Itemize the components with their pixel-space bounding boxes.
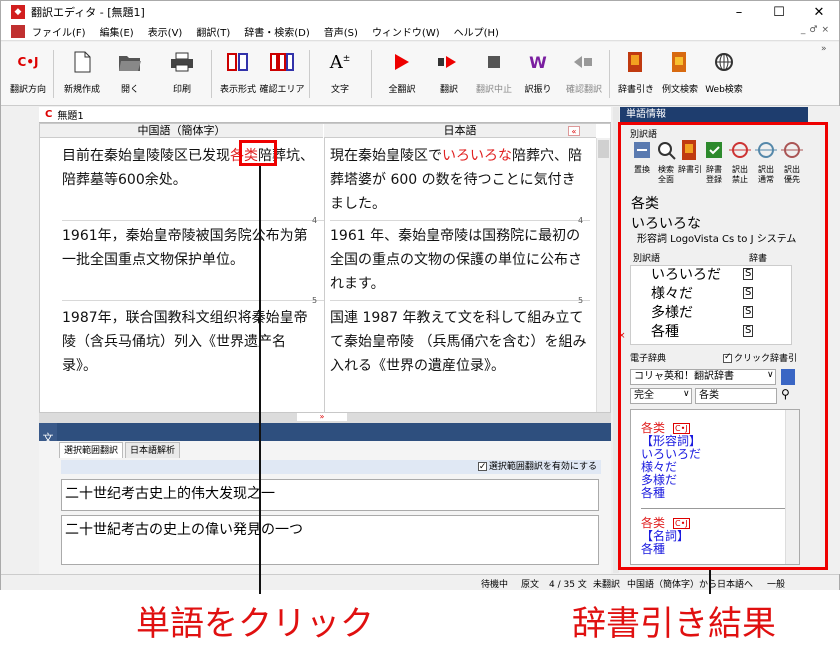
dictionary-icon [624, 50, 648, 74]
menu-help[interactable]: ヘルプ(H) [447, 24, 506, 39]
menu-edit[interactable]: 編集(E) [93, 24, 141, 39]
splitter-toggle-icon[interactable]: » [297, 413, 347, 421]
app-icon: ◆ [11, 5, 25, 19]
selection-translation-field[interactable]: 二十世紀考古の史上の偉い発見の一つ [61, 515, 599, 565]
print-button[interactable]: 印刷 [159, 46, 205, 102]
direction-button[interactable]: C•J 翻訳方向 [5, 46, 51, 102]
window-title: 翻訳エディタ - [無題1] [31, 6, 145, 19]
enable-selection-checkbox[interactable] [477, 460, 487, 474]
menu-translate[interactable]: 翻訳(T) [189, 24, 237, 39]
globe-icon [712, 50, 736, 74]
direction-icon: C•J [17, 55, 39, 69]
source-segment-3[interactable]: 1987年，联合国教科文组织将秦始皇帝陵（含兵马俑坑）列入《世界遗产名录》。 [62, 306, 320, 378]
source-segment-1[interactable]: 目前在秦始皇陵陵区已发现各类陪葬坑、陪葬墓等600余处。 [62, 144, 320, 192]
document-icon [11, 25, 25, 38]
selection-source-field[interactable]: 二十世纪考古史上的伟大发现之一 [61, 479, 599, 511]
open-button[interactable]: 開く [107, 46, 153, 102]
backtranslate-button[interactable]: W 訳振り [515, 46, 561, 102]
translation-editor[interactable]: 中国語（簡体字） 日本語 « 目前在秦始皇陵陵区已发现各类陪葬坑、陪葬墓等600… [39, 123, 611, 414]
backtranslate-icon: W [529, 52, 547, 72]
new-document-icon [70, 50, 94, 74]
check-translate-icon [572, 50, 596, 74]
printer-icon [170, 50, 194, 74]
play-icon [390, 50, 414, 74]
new-button[interactable]: 新規作成 [59, 46, 105, 102]
status-direction: 中国語（簡体字）から日本語へ [627, 580, 754, 590]
clicked-word-highlight [239, 140, 277, 166]
mdi-minimize-button[interactable]: _ [801, 25, 806, 35]
target-segment-2[interactable]: 1961 年、秦始皇帝陵は国務院に最初の全国の重点の文物の保護の単位に公布されま… [330, 224, 588, 296]
font-icon: A± [329, 51, 351, 73]
document-tab-label: 無題1 [57, 111, 84, 122]
status-mode: 一般 [767, 580, 786, 590]
menu-voice[interactable]: 音声(S) [317, 24, 365, 39]
font-button[interactable]: A± 文字 [317, 46, 363, 102]
document-tab[interactable]: C 無題1 [39, 107, 611, 123]
collapse-button[interactable]: « [568, 126, 580, 136]
layout-icon [226, 50, 250, 74]
results-highlight [618, 122, 828, 570]
dict-lookup-button[interactable]: 辞書引き [613, 46, 659, 102]
step-translate-icon [437, 50, 461, 74]
folder-icon [118, 50, 142, 74]
status-state: 待機中 [481, 580, 509, 590]
selection-options-bar: 選択範囲翻訳を有効にする [61, 460, 601, 474]
status-bar: 待機中 原文 4 / 35 文 未翻訳 中国語（簡体字）から日本語へ 一般 [1, 574, 839, 590]
menu-window[interactable]: ウィンドウ(W) [365, 24, 447, 39]
target-segment-1[interactable]: 現在秦始皇陵区でいろいろな陪葬穴、陪葬塔婆が 600 の数を待つことに気付きまし… [330, 144, 588, 216]
target-segment-3[interactable]: 国連 1987 年教えて文を科して組み立てて秦始皇帝陵 （兵馬俑穴を含む）を組み… [330, 306, 588, 378]
pane-splitter[interactable]: » [39, 413, 611, 423]
translate-button[interactable]: 翻訳 [426, 46, 472, 102]
confirm-area-button[interactable]: 確認エリア [259, 46, 305, 102]
left-caption: 単語をクリック [136, 604, 374, 644]
translate-all-button[interactable]: 全翻訳 [379, 46, 425, 102]
translated-word[interactable]: いろいろな [442, 148, 512, 164]
status-untranslated: 未翻訳 [593, 580, 621, 590]
mdi-close-button[interactable]: × [821, 25, 829, 35]
tab-selection-translate[interactable]: 選択範囲翻訳 [59, 442, 124, 458]
segment-number: 5 [312, 296, 318, 305]
toolbar: C•J 翻訳方向 新規作成 開く 印刷 表示形式 確認エリア A± 文字 全翻訳… [1, 42, 839, 106]
source-segment-2[interactable]: 1961年，秦始皇帝陵被国务院公布为第一批全国重点文物保护单位。 [62, 224, 320, 272]
example-book-icon [668, 50, 692, 74]
callout-line-left [259, 166, 261, 594]
stop-translate-button[interactable]: 翻訳中止 [471, 46, 517, 102]
example-search-button[interactable]: 例文検索 [657, 46, 703, 102]
callout-line-right [709, 570, 711, 594]
tab-japanese-analysis[interactable]: 日本語解析 [125, 442, 181, 458]
close-button[interactable]: ✕ [799, 1, 839, 23]
target-column-header: 日本語 [324, 124, 596, 138]
web-search-button[interactable]: Web検索 [701, 46, 747, 102]
language-badge: C [45, 109, 53, 120]
source-column-header: 中国語（簡体字） [40, 124, 323, 138]
menu-view[interactable]: 表示(V) [141, 24, 190, 39]
minimize-button[interactable]: – [719, 1, 759, 23]
menu-file[interactable]: ファイル(F) [25, 24, 93, 39]
title-bar: ◆ 翻訳エディタ - [無題1] – ☐ ✕ [1, 1, 839, 23]
status-position: 4 / 35 文 [549, 580, 587, 590]
segment-number: 5 [578, 296, 584, 305]
check-translate-button[interactable]: 確認翻訳 [561, 46, 607, 102]
menu-bar: ファイル(F) 編集(E) 表示(V) 翻訳(T) 辞書・検索(D) 音声(S)… [1, 23, 839, 41]
right-caption: 辞書引き結果 [572, 604, 776, 644]
columns-icon [270, 50, 294, 74]
word-info-header: 単語情報 [620, 107, 808, 123]
toolbar-overflow-button[interactable]: » [821, 44, 827, 54]
stop-icon [482, 50, 506, 74]
maximize-button[interactable]: ☐ [759, 1, 799, 23]
menu-dictionary[interactable]: 辞書・検索(D) [237, 24, 317, 39]
editor-scrollbar[interactable] [596, 138, 610, 412]
display-format-button[interactable]: 表示形式 [215, 46, 261, 102]
mdi-restore-button[interactable]: ♂ [809, 25, 817, 35]
status-original: 原文 [521, 580, 540, 590]
